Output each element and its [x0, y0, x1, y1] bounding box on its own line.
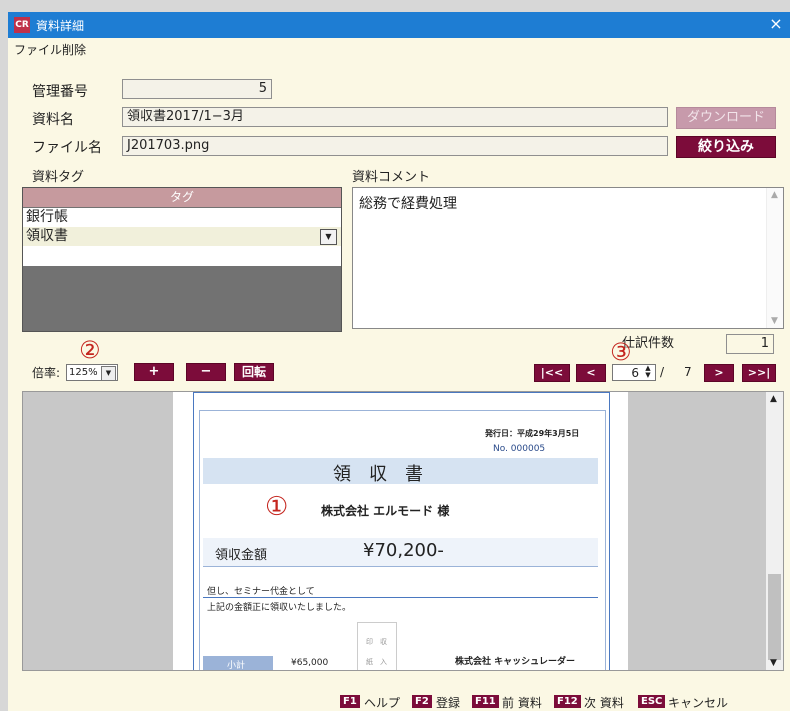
mgmt-no-label: 管理番号 [32, 84, 88, 100]
zoom-in-button[interactable]: + [134, 363, 174, 381]
receipt-amount: ¥70,200- [363, 540, 444, 561]
menu-bar: ファイル削除 [8, 38, 790, 58]
subtotal-value: ¥65,000 [291, 658, 329, 668]
last-page-button[interactable]: >>| [742, 364, 776, 382]
tag-row-label: 領収書 [26, 228, 68, 244]
prev-page-button[interactable]: < [576, 364, 606, 382]
preview-scrollbar[interactable]: ▲ ▼ [766, 392, 783, 670]
zoom-out-button[interactable]: − [186, 363, 226, 381]
f12-key[interactable]: F12 [554, 695, 581, 708]
page-number-input[interactable]: 6 ▲ ▼ [612, 364, 656, 381]
file-name-label: ファイル名 [32, 140, 102, 156]
f1-key[interactable]: F1 [340, 695, 360, 708]
f1-label: ヘルプ [364, 696, 401, 710]
window-title: 資料詳細 [36, 19, 85, 33]
tag-row-empty[interactable] [23, 246, 341, 266]
rotate-button[interactable]: 回転 [234, 363, 274, 381]
receipt-issuer: 株式会社 キャッシュレーダー [455, 657, 575, 667]
marker-2: ② [79, 336, 101, 364]
receipt-issue-date: 発行日：平成29年3月5日 [485, 429, 580, 438]
revenue-stamp-box: 印 収 紙 入 [357, 622, 397, 670]
tag-dropdown-icon[interactable]: ▼ [320, 229, 337, 245]
scroll-down-icon[interactable]: ▼ [771, 316, 778, 326]
mgmt-no-field[interactable]: 5 [122, 79, 272, 99]
comment-label: 資料コメント [352, 170, 431, 185]
marker-1: ① [265, 492, 289, 522]
f11-key[interactable]: F11 [472, 695, 499, 708]
stamp-label-bottom: 紙 入 [366, 658, 387, 666]
f12-label: 次 資料 [584, 696, 624, 710]
receipt-title: 領 収 書 [333, 464, 423, 485]
zoom-label: 倍率: [32, 366, 61, 380]
receipt-note: 但し、セミナー代金として [207, 587, 315, 597]
subtotal-cell: 小計 [203, 656, 273, 671]
tag-row[interactable]: 領収書 ▼ [23, 227, 341, 246]
page-separator: / [660, 365, 665, 379]
page-current: 6 [631, 366, 639, 380]
marker-3: ③ [610, 338, 632, 366]
tag-column-header: タグ [23, 188, 341, 207]
esc-label: キャンセル [668, 696, 729, 710]
zoom-select[interactable]: 125% ▼ [66, 364, 118, 381]
first-page-button[interactable]: |<< [534, 364, 570, 382]
menu-file-delete[interactable]: ファイル削除 [14, 41, 86, 58]
app-logo-icon: CR [14, 17, 30, 33]
scroll-down-icon[interactable]: ▼ [770, 658, 777, 668]
page-total: 7 [684, 365, 692, 379]
receipt-divider [203, 597, 598, 598]
f11-label: 前 資料 [502, 696, 542, 710]
zoom-value: 125% [69, 367, 98, 378]
receipt-amount-label: 領収金額 [215, 548, 268, 563]
detail-window: CR 資料詳細 × ファイル削除 管理番号 5 資料名 領収書2017/1−3月… [8, 12, 790, 711]
file-name-field[interactable]: J201703.png [122, 136, 668, 156]
comment-text: 総務で経費処理 [359, 196, 457, 212]
download-button[interactable]: ダウンロード [676, 107, 776, 129]
stamp-label-top: 印 収 [366, 638, 387, 646]
f2-key[interactable]: F2 [412, 695, 432, 708]
function-key-bar: F1 ヘルプ F2 登録 F11 前 資料 F12 次 資料 ESC キャンセル [8, 692, 790, 711]
doc-name-label: 資料名 [32, 112, 74, 128]
tags-label: 資料タグ [32, 170, 85, 185]
journal-count-field: 1 [726, 334, 774, 354]
receipt-confirm: 上記の金額正に領収いたしました。 [207, 603, 352, 613]
receipt-number: No. 000005 [493, 444, 546, 454]
subtotal-label: 小計 [227, 661, 246, 671]
page-spinner-icon[interactable]: ▲ ▼ [642, 365, 654, 380]
comment-scrollbar[interactable]: ▲ ▼ [766, 188, 783, 328]
receipt-image: 発行日：平成29年3月5日 No. 000005 領 収 書 ① 株式会社 エル… [173, 392, 628, 671]
tag-row[interactable]: 銀行帳 [23, 208, 341, 227]
comment-textarea[interactable]: 総務で経費処理 ▲ ▼ [352, 187, 784, 329]
f2-label: 登録 [436, 696, 461, 710]
preview-scroll-thumb[interactable] [768, 574, 781, 660]
scroll-up-icon[interactable]: ▲ [770, 394, 777, 404]
chevron-down-icon[interactable]: ▼ [101, 366, 116, 381]
document-preview[interactable]: 発行日：平成29年3月5日 No. 000005 領 収 書 ① 株式会社 エル… [22, 391, 784, 671]
esc-key[interactable]: ESC [638, 695, 666, 708]
tag-table: タグ 銀行帳 領収書 ▼ [22, 187, 342, 332]
filter-button[interactable]: 絞り込み [676, 136, 776, 158]
scroll-up-icon[interactable]: ▲ [771, 190, 778, 200]
doc-name-field[interactable]: 領収書2017/1−3月 [122, 107, 668, 127]
title-bar[interactable]: CR 資料詳細 × [8, 12, 790, 38]
receipt-addressee: 株式会社 エルモード 様 [321, 504, 450, 518]
close-button[interactable]: × [766, 14, 786, 34]
next-page-button[interactable]: > [704, 364, 734, 382]
